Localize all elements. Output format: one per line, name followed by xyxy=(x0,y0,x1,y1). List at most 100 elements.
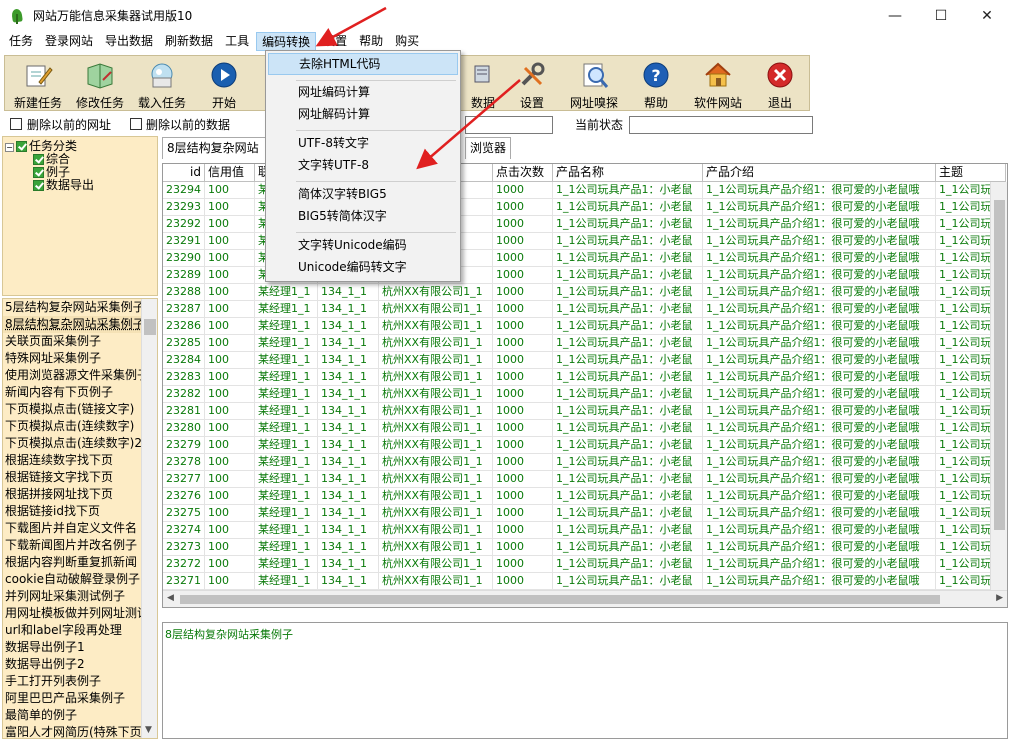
tree-root[interactable]: − 任务分类 xyxy=(5,139,77,153)
header-col-credit[interactable]: 信用值 xyxy=(205,164,255,182)
chevron-right-icon[interactable]: ▶ xyxy=(996,593,1003,603)
menu-login-site[interactable]: 登录网站 xyxy=(40,32,98,51)
menu-settings[interactable]: 设置 xyxy=(318,32,352,51)
cell-col-company: 杭州XX有限公司1_1 xyxy=(379,403,493,420)
task-list-item[interactable]: 使用浏览器源文件采集例子 xyxy=(3,367,157,384)
menu-export-data[interactable]: 导出数据 xyxy=(100,32,158,51)
menu-item-url-encode[interactable]: 网址编码计算 xyxy=(268,81,458,103)
cell-col-product-desc: 1_1公司玩具产品介绍1：很可爱的小老鼠哦 xyxy=(703,437,936,454)
cell-col-credit: 100 xyxy=(205,318,255,335)
task-list-item[interactable]: 根据连续数字找下页 xyxy=(3,452,157,469)
header-col-topic[interactable]: 主题 xyxy=(936,164,1006,182)
task-list-item[interactable]: 特殊网址采集例子 xyxy=(3,350,157,367)
menu-task[interactable]: 任务 xyxy=(4,32,38,51)
task-list-item[interactable]: 下页模拟点击(连续数字) xyxy=(3,418,157,435)
cell-col-id: 23279 xyxy=(163,437,205,454)
cell-col-product-desc: 1_1公司玩具产品介绍1：很可爱的小老鼠哦 xyxy=(703,199,936,216)
grid-horizontal-scrollbar[interactable]: ◀ ▶ xyxy=(163,590,1007,607)
exit-button[interactable]: 退出 xyxy=(749,58,811,110)
cell-col-product-desc: 1_1公司玩具产品介绍1：很可爱的小老鼠哦 xyxy=(703,403,936,420)
header-col-id[interactable]: id xyxy=(163,164,205,182)
scrollbar-thumb[interactable] xyxy=(180,595,940,604)
task-list-item[interactable]: 下载新闻图片并改名例子 xyxy=(3,537,157,554)
cell-col-credit: 100 xyxy=(205,437,255,454)
cell-col-clicks: 1000 xyxy=(493,352,553,369)
minimize-button[interactable]: — xyxy=(872,0,918,31)
cell-col-product-desc: 1_1公司玩具产品介绍1：很可爱的小老鼠哦 xyxy=(703,216,936,233)
close-button[interactable]: ✕ xyxy=(964,0,1010,31)
collapse-icon[interactable]: − xyxy=(5,143,14,152)
clear-data-label: 删除以前的数据 xyxy=(146,118,231,132)
header-col-clicks[interactable]: 点击次数 xyxy=(493,164,553,182)
clear-data-checkbox[interactable] xyxy=(130,118,142,130)
menu-item-strip-html[interactable]: 去除HTML代码 xyxy=(268,53,458,75)
start-button[interactable]: 开始 xyxy=(193,58,255,110)
chevron-down-icon[interactable]: ▼ xyxy=(145,725,152,735)
checked-icon[interactable] xyxy=(33,167,44,178)
cell-col-clicks: 1000 xyxy=(493,250,553,267)
tree-item-examples[interactable]: 例子 xyxy=(33,165,70,179)
checked-icon[interactable] xyxy=(33,180,44,191)
task-list-item[interactable]: cookie自动破解登录例子 xyxy=(3,571,157,588)
menu-item-big5-to-simplified[interactable]: BIG5转简体汉字 xyxy=(268,205,458,227)
task-list-item[interactable]: 新闻内容有下页例子 xyxy=(3,384,157,401)
menu-item-unicode-to-text[interactable]: Unicode编码转文字 xyxy=(268,256,458,278)
scrollbar-thumb[interactable] xyxy=(144,319,156,335)
menu-buy[interactable]: 购买 xyxy=(390,32,424,51)
task-list-item[interactable]: 根据内容判断重复抓新闻 xyxy=(3,554,157,571)
tab-browser[interactable]: 浏览器 xyxy=(465,137,511,159)
start-label: 开始 xyxy=(211,96,236,110)
new-task-button[interactable]: 新建任务 xyxy=(7,58,69,110)
task-list-item[interactable]: 下页模拟点击(链接文字) xyxy=(3,401,157,418)
task-list-item[interactable]: 根据链接id找下页 xyxy=(3,503,157,520)
cell-col-clicks: 1000 xyxy=(493,284,553,301)
cell-col-contact: 某经理1_1 xyxy=(255,403,318,420)
menu-tools[interactable]: 工具 xyxy=(220,32,254,51)
menu-item-text-to-unicode[interactable]: 文字转Unicode编码 xyxy=(268,234,458,256)
header-col-product-desc[interactable]: 产品介绍 xyxy=(703,164,936,182)
url-sniffer-button[interactable]: 网址嗅探 xyxy=(563,58,625,110)
grid-vertical-scrollbar[interactable]: ▼ xyxy=(990,182,1007,607)
task-list-item[interactable]: 阿里巴巴产品采集例子 xyxy=(3,690,157,707)
task-list-item[interactable]: 根据拼接网址找下页 xyxy=(3,486,157,503)
scrollbar-thumb[interactable] xyxy=(994,200,1005,530)
task-list-item[interactable]: 数据导出例子2 xyxy=(3,656,157,673)
load-task-button[interactable]: 载入任务 xyxy=(131,58,193,110)
task-list-scrollbar[interactable]: ▼ xyxy=(141,299,157,738)
checked-icon[interactable] xyxy=(33,154,44,165)
menu-encoding[interactable]: 编码转换 xyxy=(256,32,317,51)
cell-col-id: 23282 xyxy=(163,386,205,403)
cell-col-contact: 某经理1_1 xyxy=(255,471,318,488)
task-list-item[interactable]: 数据导出例子1 xyxy=(3,639,157,656)
maximize-button[interactable]: ☐ xyxy=(918,0,964,31)
task-list-item[interactable]: 并列网址采集测试例子 xyxy=(3,588,157,605)
tree-item-data-export[interactable]: 数据导出 xyxy=(33,178,94,192)
cell-col-clicks: 1000 xyxy=(493,335,553,352)
help-button[interactable]: ? 帮助 xyxy=(625,58,687,110)
chevron-left-icon[interactable]: ◀ xyxy=(167,593,174,603)
task-list-item[interactable]: 手工打开列表例子 xyxy=(3,673,157,690)
task-list-item[interactable]: url和label字段再处理 xyxy=(3,622,157,639)
checked-icon[interactable] xyxy=(16,141,27,152)
menu-help[interactable]: 帮助 xyxy=(354,32,388,51)
tree-item-general[interactable]: 综合 xyxy=(33,152,70,166)
edit-task-button[interactable]: 修改任务 xyxy=(69,58,131,110)
menu-item-url-decode[interactable]: 网址解码计算 xyxy=(268,103,458,125)
menu-refresh-data[interactable]: 刷新数据 xyxy=(160,32,218,51)
task-list-item[interactable]: 根据链接文字找下页 xyxy=(3,469,157,486)
task-list-item[interactable]: 8层结构复杂网站采集例子 xyxy=(3,316,157,333)
task-list-item[interactable]: 关联页面采集例子 xyxy=(3,333,157,350)
menu-item-utf8-to-text[interactable]: UTF-8转文字 xyxy=(268,132,458,154)
menu-item-text-to-utf8[interactable]: 文字转UTF-8 xyxy=(268,154,458,176)
task-list-item[interactable]: 用网址模板做并列网址测试 xyxy=(3,605,157,622)
task-list-item[interactable]: 下页模拟点击(连续数字)2 xyxy=(3,435,157,452)
task-list-item[interactable]: 富阳人才网简历(特殊下页) xyxy=(3,724,157,738)
task-list-item[interactable]: 下载图片并自定义文件名 xyxy=(3,520,157,537)
menu-item-simplified-to-big5[interactable]: 简体汉字转BIG5 xyxy=(268,183,458,205)
header-col-product-name[interactable]: 产品名称 xyxy=(553,164,703,182)
software-site-button[interactable]: 软件网站 xyxy=(687,58,749,110)
settings-button[interactable]: 设置 xyxy=(501,58,563,110)
task-list-item[interactable]: 5层结构复杂网站采集例子 xyxy=(3,299,157,316)
task-list-item[interactable]: 最简单的例子 xyxy=(3,707,157,724)
clear-urls-checkbox[interactable] xyxy=(10,118,22,130)
